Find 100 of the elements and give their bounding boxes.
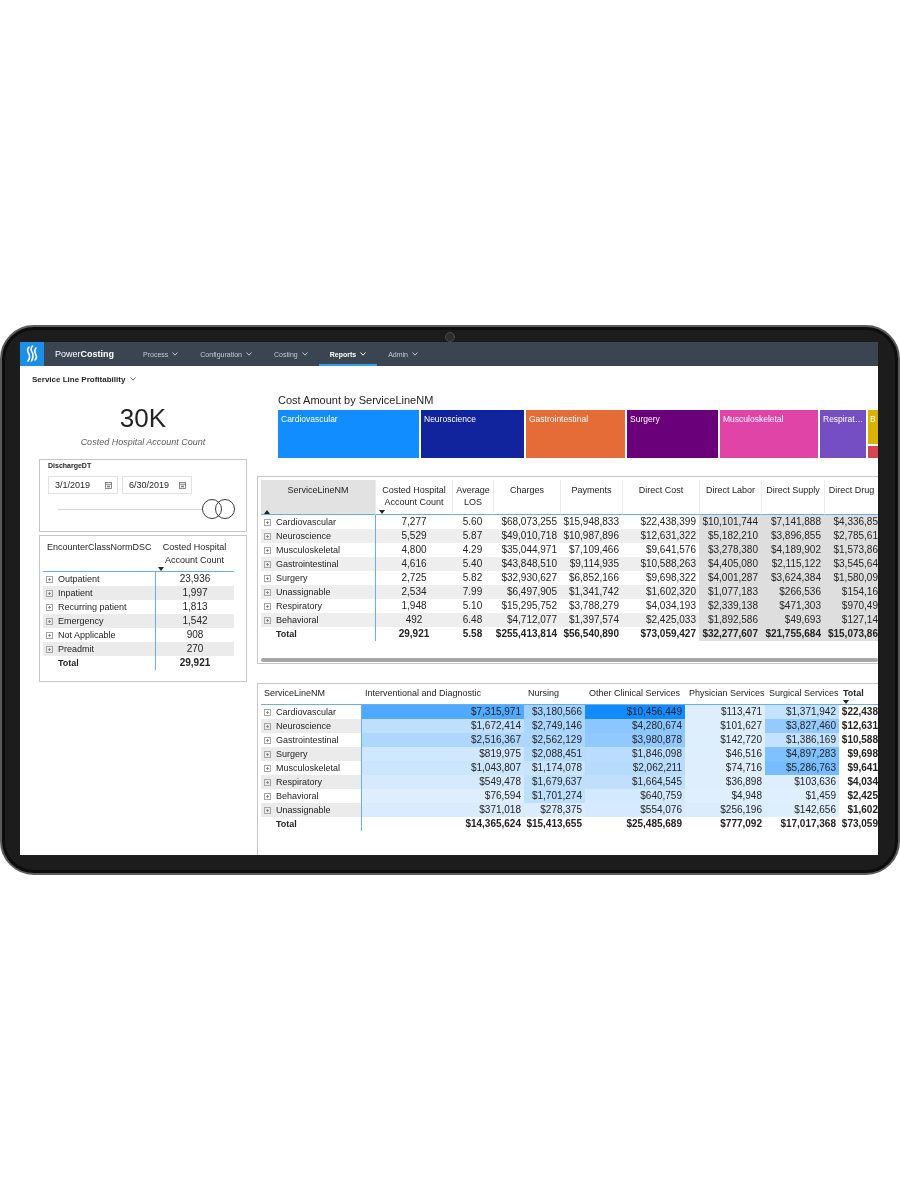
- expand-icon[interactable]: [264, 589, 271, 596]
- heatmap-cell: $371,018: [361, 803, 524, 817]
- expand-icon[interactable]: [46, 604, 53, 611]
- table-cell: 1,542: [155, 614, 234, 628]
- row-header[interactable]: Surgery: [261, 571, 375, 585]
- heatmap-cell: $1,672,414: [361, 719, 524, 733]
- column-header[interactable]: EncounterClassNormDSC: [43, 541, 155, 572]
- table-cell: $266,536: [761, 585, 824, 599]
- row-header[interactable]: Cardiovascular: [261, 515, 375, 529]
- table-cell-text: 5.60: [461, 515, 484, 529]
- column-header[interactable]: Direct Cost: [622, 480, 699, 515]
- row-header[interactable]: Cardiovascular: [261, 705, 361, 719]
- expand-icon[interactable]: [264, 793, 271, 800]
- row-header[interactable]: Behavioral: [261, 789, 361, 803]
- table-cell-text: $9,641,576: [644, 543, 697, 557]
- column-header[interactable]: ServiceLineNM: [261, 686, 361, 705]
- table-cell-text: 5.82: [461, 571, 484, 585]
- row-header[interactable]: Musculoskeletal: [261, 543, 375, 557]
- table-cell: $21,755,684: [761, 627, 824, 641]
- expand-icon[interactable]: [264, 765, 271, 772]
- heatmap-cell: $1,701,274: [524, 789, 585, 803]
- expand-icon[interactable]: [264, 533, 271, 540]
- row-header[interactable]: Musculoskeletal: [261, 761, 361, 775]
- expand-icon[interactable]: [264, 603, 271, 610]
- expand-icon[interactable]: [264, 709, 271, 716]
- table-cell-text: $1,602: [846, 803, 878, 817]
- table-cell: $10,987,896: [560, 529, 622, 543]
- row-header[interactable]: Preadmit: [43, 642, 155, 656]
- heatmap-cell: $142,656: [765, 803, 839, 817]
- row-header[interactable]: Neuroscience: [261, 719, 361, 733]
- treemap-tile[interactable]: [868, 445, 878, 458]
- expand-icon[interactable]: [46, 576, 53, 583]
- expand-icon[interactable]: [46, 632, 53, 639]
- table-cell: 5.87: [452, 529, 493, 543]
- sort-descending-icon[interactable]: [843, 700, 849, 704]
- expand-icon[interactable]: [264, 779, 271, 786]
- table-cell-text: $56,540,890: [562, 627, 620, 641]
- heatmap-cell: $3,827,460: [765, 719, 839, 733]
- expand-icon[interactable]: [264, 751, 271, 758]
- row-header[interactable]: Surgery: [261, 747, 361, 761]
- row-header[interactable]: Emergency: [43, 614, 155, 628]
- treemap-tile[interactable]: Neuroscience: [421, 410, 524, 458]
- table-cell: $15,073,86: [824, 627, 878, 641]
- logo-icon[interactable]: [20, 342, 44, 366]
- heatmap-cell: $113,471: [685, 705, 765, 719]
- expand-icon[interactable]: [264, 575, 271, 582]
- row-header[interactable]: Neuroscience: [261, 529, 375, 543]
- date-input[interactable]: 6/30/2019: [122, 476, 192, 494]
- table-cell: $5,182,210: [699, 529, 761, 543]
- column-header[interactable]: Costed Hospital Account Count: [375, 480, 452, 515]
- chevron-down-icon: [172, 352, 179, 356]
- table-cell: $3,545,64: [824, 557, 878, 571]
- row-header[interactable]: Unassignable: [261, 585, 375, 599]
- kpi-value: 30K: [119, 403, 167, 433]
- table-cell: $6,497,905: [493, 585, 560, 599]
- heatmap-cell: $46,516: [685, 747, 765, 761]
- expand-icon[interactable]: [46, 646, 53, 653]
- row-header[interactable]: Respiratory: [261, 775, 361, 789]
- horizontal-scrollbar[interactable]: [261, 658, 878, 662]
- report-selector[interactable]: Service Line Profitability: [32, 374, 137, 384]
- treemap-tile[interactable]: Surgery: [627, 410, 718, 458]
- expand-icon[interactable]: [46, 618, 53, 625]
- row-header[interactable]: Respiratory: [261, 599, 375, 613]
- row-header[interactable]: Gastrointestinal: [261, 557, 375, 571]
- expand-icon[interactable]: [264, 617, 271, 624]
- date-input[interactable]: 3/1/2019: [48, 476, 118, 494]
- column-header[interactable]: Charges: [493, 480, 560, 515]
- column-header[interactable]: Costed Hospital Account Count: [155, 541, 234, 572]
- row-header[interactable]: Outpatient: [43, 572, 155, 586]
- expand-icon[interactable]: [264, 547, 271, 554]
- row-header[interactable]: Behavioral: [261, 613, 375, 627]
- expand-icon[interactable]: [46, 590, 53, 597]
- table-cell: $4,712,077: [493, 613, 560, 627]
- table-cell: $4,336,85: [824, 515, 878, 529]
- column-header[interactable]: Average LOS: [452, 480, 493, 515]
- chart-title: Cost Amount by ServiceLineNM: [278, 393, 434, 407]
- chevron-down-icon: [301, 352, 308, 356]
- table-cell: $7,141,888: [761, 515, 824, 529]
- treemap-tile[interactable]: Respirat…: [820, 410, 866, 458]
- sort-ascending-icon[interactable]: [264, 510, 270, 514]
- row-header[interactable]: Gastrointestinal: [261, 733, 361, 747]
- treemap-tile[interactable]: Musculoskeletal: [720, 410, 818, 458]
- row-header[interactable]: Unassignable: [261, 803, 361, 817]
- column-header[interactable]: Payments: [560, 480, 622, 515]
- row-header[interactable]: Inpatient: [43, 586, 155, 600]
- expand-icon[interactable]: [264, 519, 271, 526]
- table-cell-text: $25,485,689: [625, 817, 683, 831]
- column-header[interactable]: ServiceLineNM: [261, 480, 375, 515]
- sort-descending-icon[interactable]: [379, 510, 385, 514]
- calendar-icon[interactable]: [105, 481, 112, 489]
- calendar-icon[interactable]: [179, 481, 186, 489]
- heatmap-cell: $10,456,449: [585, 705, 685, 719]
- expand-icon[interactable]: [264, 561, 271, 568]
- row-header[interactable]: Recurring patient: [43, 600, 155, 614]
- row-header[interactable]: Not Applicable: [43, 628, 155, 642]
- expand-icon[interactable]: [264, 807, 271, 814]
- expand-icon[interactable]: [264, 723, 271, 730]
- column-header[interactable]: Total: [839, 686, 878, 705]
- sort-descending-icon[interactable]: [158, 567, 164, 571]
- expand-icon[interactable]: [264, 737, 271, 744]
